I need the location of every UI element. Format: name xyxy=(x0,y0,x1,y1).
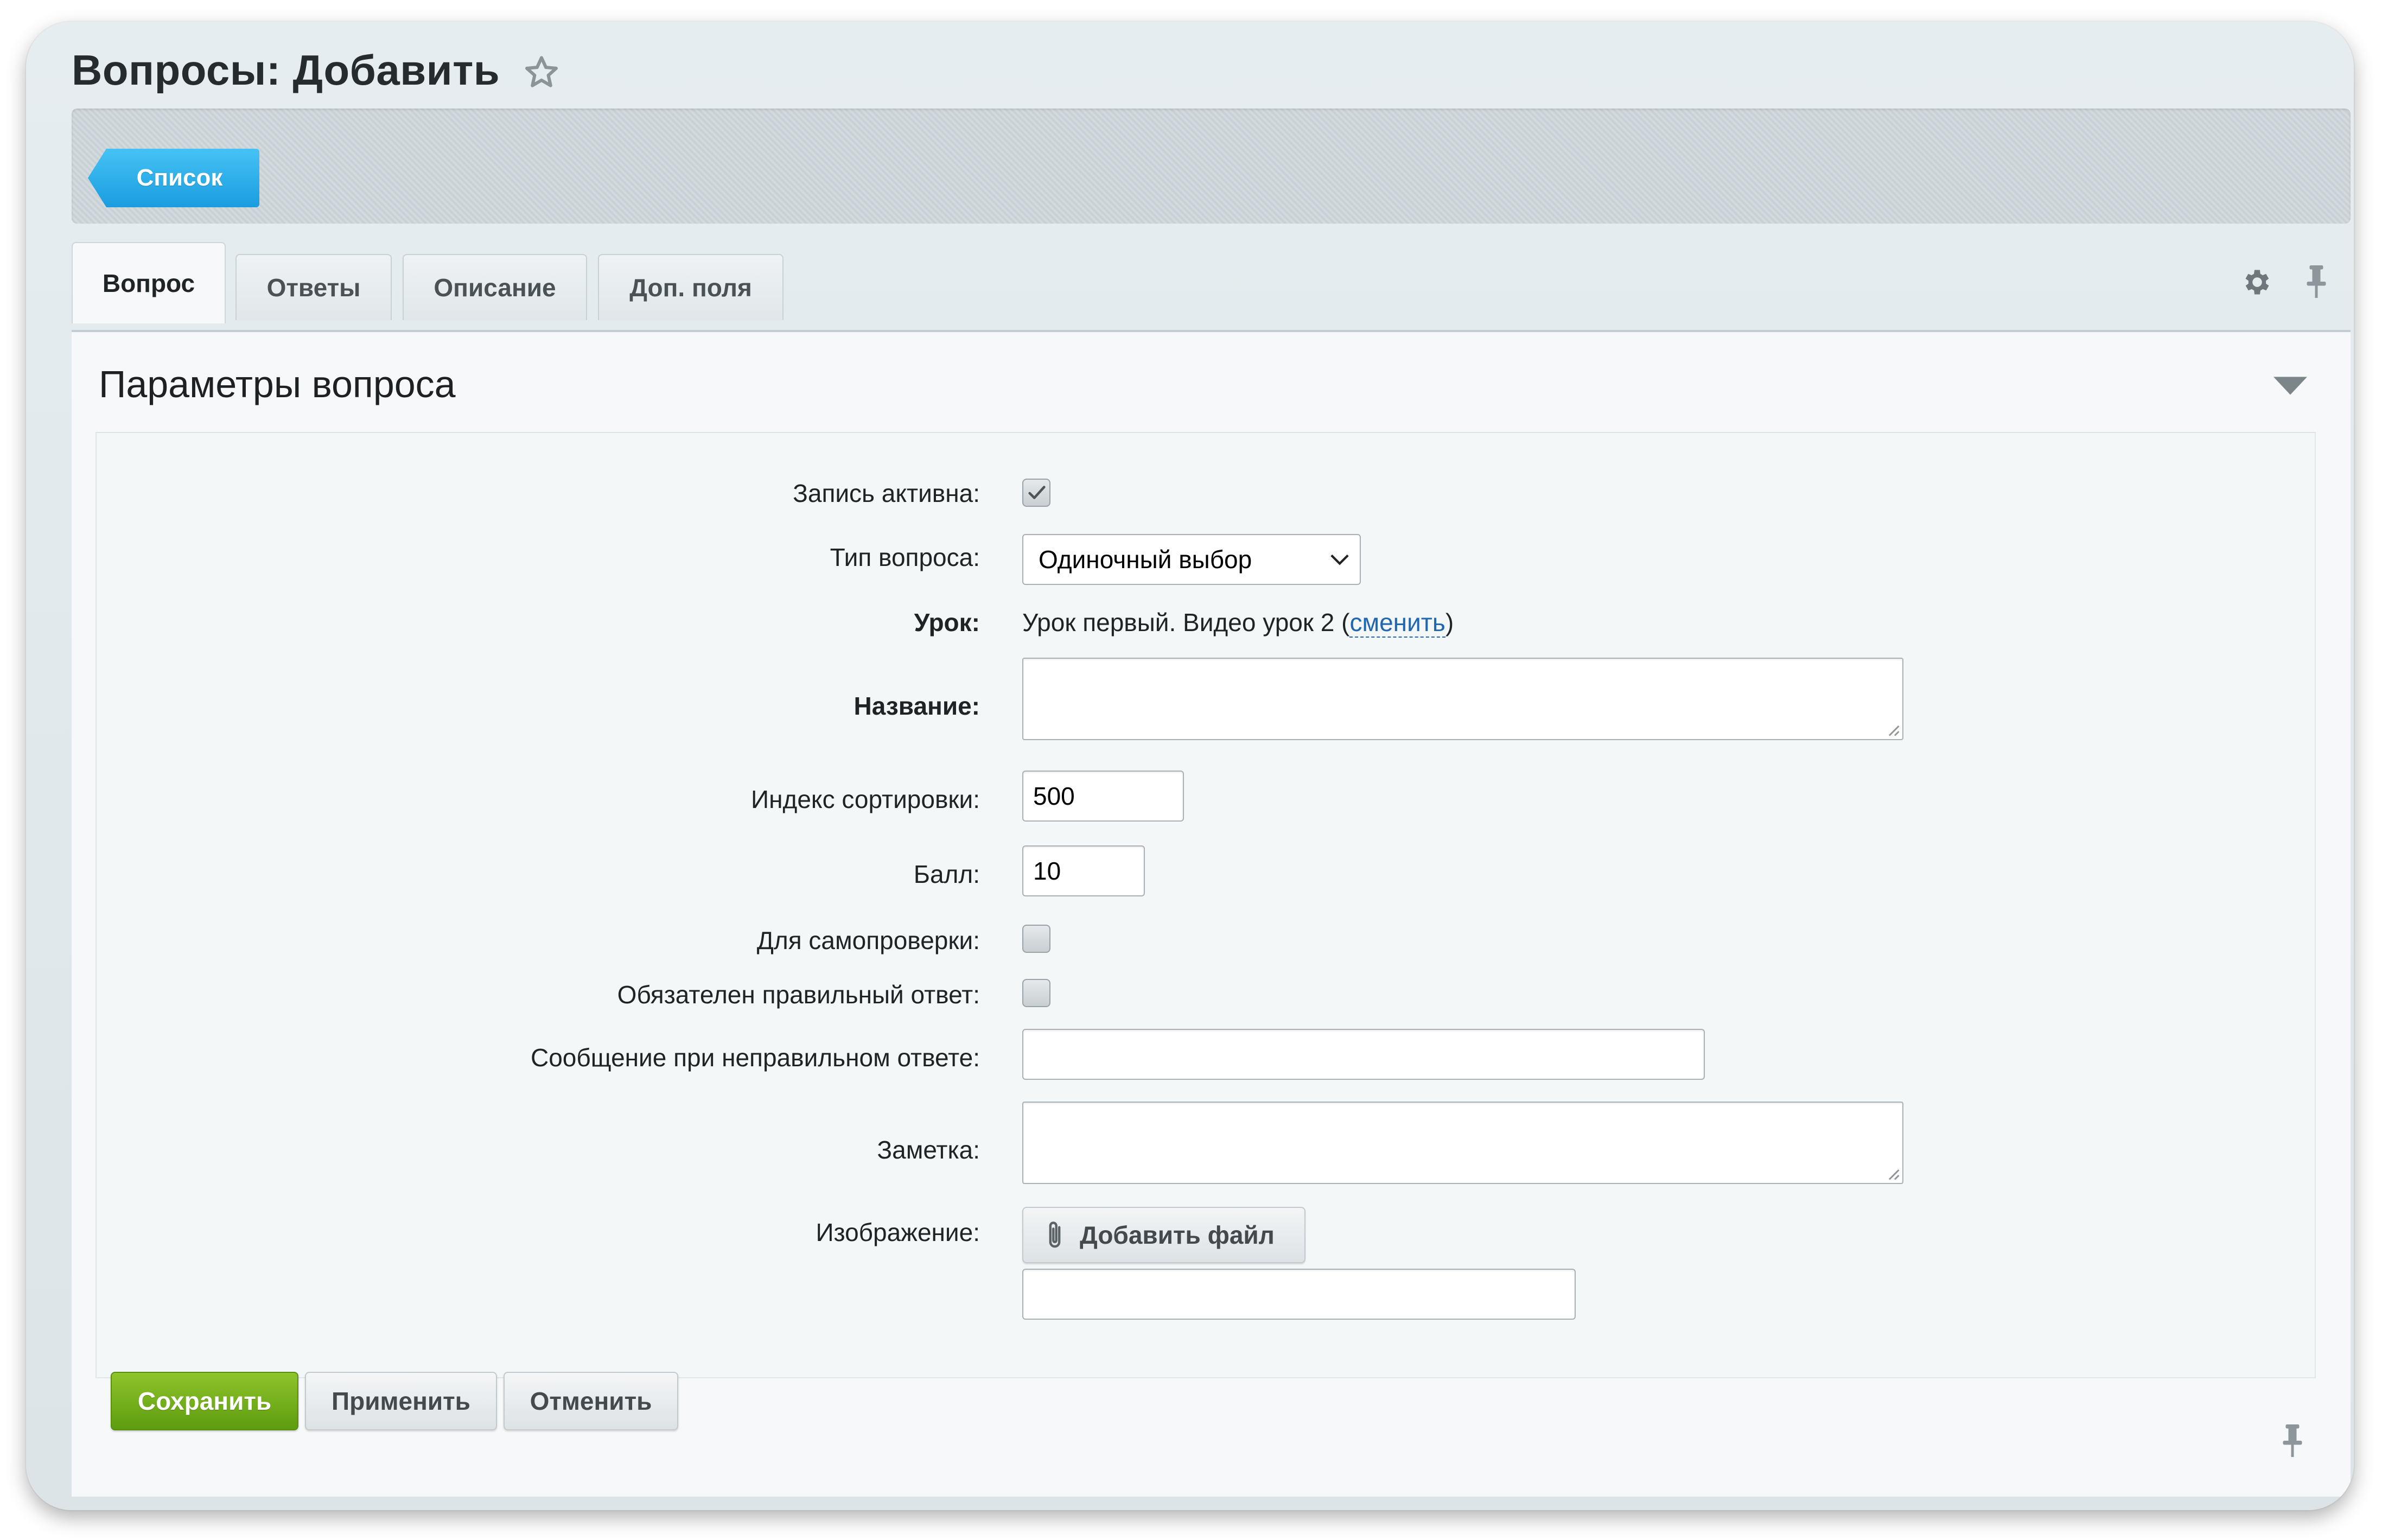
question-type-label: Тип вопроса: xyxy=(830,543,980,571)
gear-icon[interactable] xyxy=(2241,266,2273,298)
tab-description[interactable]: Описание xyxy=(403,254,587,320)
lesson-label: Урок: xyxy=(914,608,980,637)
score-label: Балл: xyxy=(913,860,980,888)
resize-grip-icon[interactable] xyxy=(1884,1164,1900,1181)
tab-bar: Вопрос Ответы Описание Доп. поля xyxy=(72,242,2351,323)
tab-question[interactable]: Вопрос xyxy=(72,242,226,323)
active-checkbox[interactable] xyxy=(1022,479,1050,507)
save-button[interactable]: Сохранить xyxy=(111,1372,298,1430)
tab-extra-fields[interactable]: Доп. поля xyxy=(598,254,784,320)
wrong-message-label: Сообщение при неправильном ответе: xyxy=(531,1043,980,1072)
note-textarea[interactable] xyxy=(1022,1102,1903,1184)
paperclip-icon xyxy=(1049,1221,1061,1248)
lesson-name: Урок первый. Видео урок 2 ( xyxy=(1022,608,1350,637)
image-label: Изображение: xyxy=(816,1218,980,1246)
tab-content: Параметры вопроса Запись активна: Тип во… xyxy=(72,330,2351,1497)
toolbar: Список xyxy=(72,109,2351,224)
admin-window: Вопросы: Добавить Список Вопрос Ответы О… xyxy=(26,22,2354,1510)
add-file-button[interactable]: Добавить файл xyxy=(1022,1207,1305,1263)
collapse-triangle-icon[interactable] xyxy=(2273,377,2307,395)
correct-required-checkbox[interactable] xyxy=(1022,979,1050,1007)
change-lesson-link[interactable]: сменить xyxy=(1349,608,1445,638)
tab-answers[interactable]: Ответы xyxy=(235,254,392,320)
lesson-close-paren: ) xyxy=(1445,608,1454,637)
image-path-input[interactable] xyxy=(1022,1269,1576,1320)
star-icon[interactable] xyxy=(522,53,561,92)
name-label: Название: xyxy=(854,692,980,720)
question-params-panel: Запись активна: Тип вопроса: Одиночный в… xyxy=(95,432,2316,1378)
cancel-button[interactable]: Отменить xyxy=(504,1372,678,1430)
active-label: Запись активна: xyxy=(793,479,980,507)
note-label: Заметка: xyxy=(877,1136,980,1164)
wrong-message-input[interactable] xyxy=(1022,1029,1705,1080)
sort-index-label: Индекс сортировки: xyxy=(751,785,980,813)
name-textarea[interactable] xyxy=(1022,658,1903,740)
sort-index-input[interactable]: 500 xyxy=(1022,771,1184,822)
question-type-value: Одиночный выбор xyxy=(1039,545,1252,574)
question-type-select[interactable]: Одиночный выбор xyxy=(1022,534,1361,585)
apply-button[interactable]: Применить xyxy=(305,1372,497,1430)
correct-required-label: Обязателен правильный ответ: xyxy=(617,981,980,1009)
page-title: Вопросы: Добавить xyxy=(72,46,500,94)
self-check-label: Для самопроверки: xyxy=(756,926,980,954)
section-title: Параметры вопроса xyxy=(99,363,456,405)
add-file-label: Добавить файл xyxy=(1080,1221,1275,1249)
checkmark-icon xyxy=(1028,486,1046,499)
resize-grip-icon[interactable] xyxy=(1884,721,1900,737)
list-button[interactable]: Список xyxy=(88,149,259,207)
self-check-checkbox[interactable] xyxy=(1022,925,1050,953)
pin-icon[interactable] xyxy=(2303,264,2330,300)
chevron-down-icon xyxy=(1330,554,1349,565)
lesson-value: Урок первый. Видео урок 2 (сменить) xyxy=(1022,608,1454,638)
pin-icon[interactable] xyxy=(2279,1423,2306,1459)
score-input[interactable]: 10 xyxy=(1022,845,1145,896)
